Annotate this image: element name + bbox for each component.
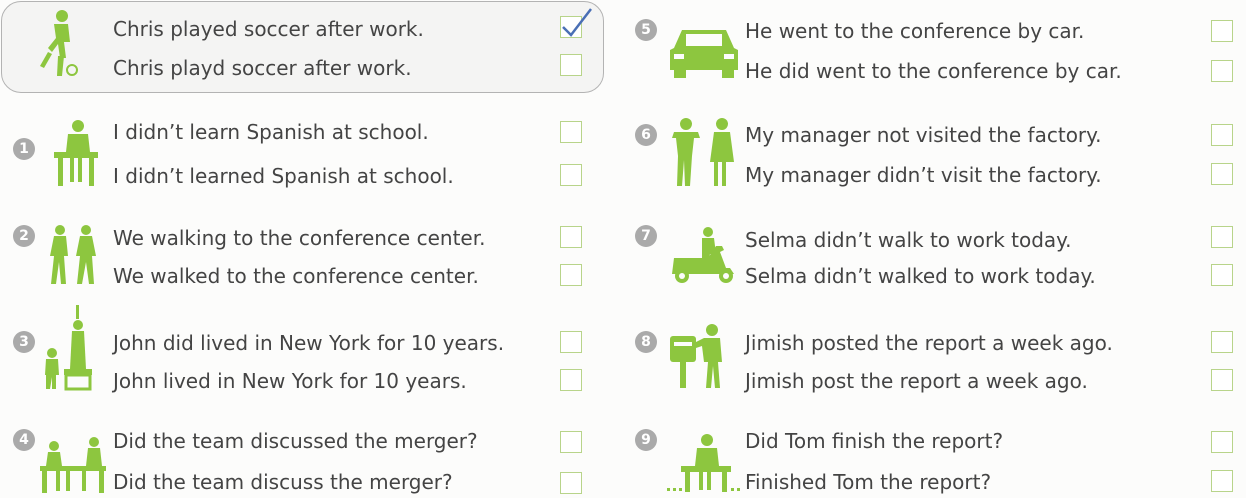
- item-number: 4: [13, 429, 35, 451]
- item-sentence-b: Finished Tom the report?: [745, 470, 992, 494]
- item-sentence-b: Did the team discuss the merger?: [113, 470, 453, 494]
- item-checkbox-a[interactable]: [560, 431, 582, 453]
- item-sentence-a: John did lived in New York for 10 years.: [113, 331, 505, 355]
- scooter-icon: [668, 226, 740, 288]
- item-sentence-a: I didn’t learn Spanish at school.: [113, 120, 429, 144]
- item-checkbox-a[interactable]: [560, 121, 582, 143]
- item-sentence-b: We walked to the conference center.: [113, 264, 479, 288]
- managers-icon: [668, 116, 740, 192]
- item-checkbox-b[interactable]: [560, 472, 582, 494]
- item-sentence-a: We walking to the conference center.: [113, 226, 486, 250]
- item-checkbox-a[interactable]: [560, 226, 582, 248]
- item-number: 9: [635, 429, 657, 451]
- item-sentence-b: I didn’t learned Spanish at school.: [113, 164, 454, 188]
- checkmark-icon: [562, 8, 592, 37]
- item-checkbox-a[interactable]: [1211, 331, 1233, 353]
- item-number: 2: [13, 225, 35, 247]
- item-checkbox-b[interactable]: [560, 369, 582, 391]
- meeting-table-icon: [38, 432, 108, 498]
- item-checkbox-a[interactable]: [1211, 226, 1233, 248]
- item-sentence-b: John lived in New York for 10 years.: [113, 369, 467, 393]
- item-sentence-a: He went to the conference by car.: [745, 19, 1085, 43]
- item-checkbox-b[interactable]: [1211, 264, 1233, 286]
- statue-of-liberty-icon: [42, 305, 106, 395]
- item-sentence-b: Jimish post the report a week ago.: [745, 369, 1088, 393]
- item-checkbox-a[interactable]: [560, 331, 582, 353]
- item-sentence-a: My manager not visited the factory.: [745, 123, 1102, 147]
- item-checkbox-b[interactable]: [1211, 470, 1233, 492]
- item-number: 7: [635, 225, 657, 247]
- soccer-player-icon: [38, 8, 88, 84]
- item-checkbox-a[interactable]: [1211, 431, 1233, 453]
- item-checkbox-b[interactable]: [560, 164, 582, 186]
- item-number: 8: [635, 331, 657, 353]
- item-sentence-b: He did went to the conference by car.: [745, 59, 1122, 83]
- item-number: 6: [635, 124, 657, 146]
- example-checkbox-a[interactable]: [560, 8, 592, 38]
- item-sentence-a: Did the team discussed the merger?: [113, 429, 478, 453]
- item-sentence-a: Did Tom finish the report?: [745, 429, 1004, 453]
- desk-worker-icon: [665, 432, 745, 498]
- example-checkbox-b[interactable]: [560, 54, 582, 76]
- item-number: 5: [635, 19, 657, 41]
- item-checkbox-b[interactable]: [1211, 60, 1233, 82]
- student-desk-icon: [52, 118, 100, 192]
- walking-people-icon: [46, 224, 104, 290]
- item-sentence-b: Selma didn’t walked to work today.: [745, 264, 1096, 288]
- car-icon: [668, 24, 740, 84]
- item-checkbox-b[interactable]: [1211, 369, 1233, 391]
- item-sentence-a: Jimish posted the report a week ago.: [745, 331, 1113, 355]
- item-sentence-b: My manager didn’t visit the factory.: [745, 163, 1102, 187]
- item-number: 3: [13, 331, 35, 353]
- item-checkbox-b[interactable]: [1211, 163, 1233, 185]
- item-number: 1: [13, 138, 35, 160]
- item-checkbox-a[interactable]: [1211, 124, 1233, 146]
- item-checkbox-a[interactable]: [1211, 20, 1233, 42]
- example-sentence-a: Chris played soccer after work.: [113, 17, 424, 41]
- example-sentence-b: Chris playd soccer after work.: [113, 56, 412, 80]
- mailbox-icon: [668, 322, 730, 394]
- item-checkbox-b[interactable]: [560, 264, 582, 286]
- item-sentence-a: Selma didn’t walk to work today.: [745, 228, 1072, 252]
